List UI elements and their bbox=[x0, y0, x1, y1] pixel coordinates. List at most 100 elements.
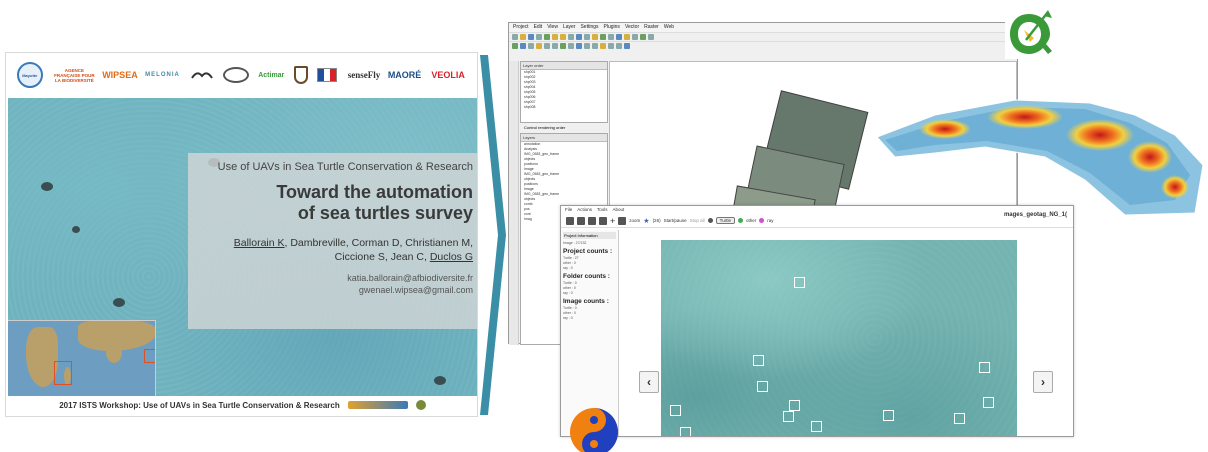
app-toolbar: + zoom ★ (26) Start/pause Stop all Turtl… bbox=[561, 214, 1073, 228]
zoom-in-icon[interactable] bbox=[552, 34, 558, 40]
slide-footer: 2017 ISTS Workshop: Use of UAVs in Sea T… bbox=[6, 394, 479, 416]
pan-icon[interactable] bbox=[544, 34, 550, 40]
next-image-button[interactable]: › bbox=[1033, 371, 1053, 393]
partner-logo-strip: Mayotte AGENCE FRANÇAISE POUR LA BIODIVE… bbox=[6, 53, 479, 97]
python-icon[interactable] bbox=[640, 34, 646, 40]
stop-all-button[interactable]: Stop all bbox=[690, 218, 705, 223]
menu-settings[interactable]: Settings bbox=[580, 24, 598, 31]
logo-text: WIPSEA bbox=[102, 69, 138, 80]
select-icon[interactable] bbox=[600, 34, 606, 40]
layer-order-item[interactable]: shp008 bbox=[521, 105, 607, 110]
menu-plugins[interactable]: Plugins bbox=[604, 24, 620, 31]
node-tool-icon[interactable] bbox=[552, 43, 558, 49]
detection-box[interactable] bbox=[789, 400, 800, 411]
mayotte-seal-icon: Mayotte bbox=[16, 62, 43, 88]
detection-box[interactable] bbox=[783, 411, 794, 422]
detection-box[interactable] bbox=[753, 355, 764, 366]
menu-about[interactable]: About bbox=[613, 207, 625, 213]
delete-icon[interactable] bbox=[568, 43, 574, 49]
layer-style-icon[interactable] bbox=[624, 43, 630, 49]
previous-image-button[interactable]: ‹ bbox=[639, 371, 659, 393]
crosshair-icon[interactable]: + bbox=[610, 216, 615, 226]
logo-text: MAORÉ bbox=[387, 69, 422, 80]
authors-line2: Ciccione S, Jean C, bbox=[334, 251, 430, 263]
undo-icon[interactable] bbox=[600, 43, 606, 49]
measure-icon[interactable] bbox=[608, 34, 614, 40]
class-other-button[interactable]: other bbox=[746, 218, 756, 223]
move-feature-icon[interactable] bbox=[560, 43, 566, 49]
slide-subtitle: Use of UAVs in Sea Turtle Conservation &… bbox=[217, 161, 473, 173]
zoom-layer-icon[interactable] bbox=[576, 34, 582, 40]
label-icon[interactable] bbox=[624, 34, 630, 40]
edit-icon[interactable] bbox=[536, 43, 542, 49]
french-republic-logo-icon bbox=[317, 68, 338, 82]
detection-box[interactable] bbox=[983, 397, 994, 408]
menu-tools[interactable]: Tools bbox=[597, 207, 608, 213]
detection-box[interactable] bbox=[794, 277, 805, 288]
zoom-full-icon[interactable] bbox=[568, 34, 574, 40]
add-db-icon[interactable] bbox=[528, 43, 534, 49]
detection-box[interactable] bbox=[811, 421, 822, 432]
detection-app-window: File Actions Tools About + zoom ★ (26) S… bbox=[560, 205, 1074, 437]
turtle-logo-icon bbox=[415, 400, 426, 410]
count-label: (26) bbox=[652, 218, 661, 223]
redo-icon[interactable] bbox=[608, 43, 614, 49]
menu-project[interactable]: Project bbox=[513, 24, 529, 31]
aerial-image-view[interactable] bbox=[661, 240, 1017, 436]
slide-authors: Ballorain K, Dambreville, Corman D, Chri… bbox=[188, 236, 473, 264]
annotation-icon[interactable] bbox=[632, 34, 638, 40]
grid-icon[interactable] bbox=[616, 43, 622, 49]
digitize-icon[interactable] bbox=[544, 43, 550, 49]
logo-text: Actimar bbox=[258, 71, 285, 79]
plugin-icon[interactable] bbox=[648, 34, 654, 40]
draw-icon[interactable] bbox=[618, 216, 627, 225]
identify-icon[interactable] bbox=[592, 34, 598, 40]
export-icon[interactable] bbox=[599, 216, 607, 225]
menu-view[interactable]: View bbox=[547, 24, 558, 31]
control-rendering-checkbox[interactable]: Control rendering order bbox=[521, 125, 568, 130]
refresh-icon[interactable] bbox=[584, 34, 590, 40]
ists-logo-icon bbox=[347, 401, 408, 409]
settings-icon[interactable] bbox=[707, 218, 713, 223]
save-icon[interactable] bbox=[588, 216, 596, 225]
start-pause-button[interactable]: Start/pause bbox=[664, 218, 687, 223]
menu-layer[interactable]: Layer bbox=[563, 24, 576, 31]
zoom-label[interactable]: zoom bbox=[629, 218, 640, 223]
open-folder-icon[interactable] bbox=[577, 216, 585, 225]
new-project-icon[interactable] bbox=[512, 34, 518, 40]
class-turtle-button[interactable]: Turtle bbox=[715, 217, 735, 224]
menu-file[interactable]: File bbox=[565, 207, 572, 213]
star-icon[interactable]: ★ bbox=[643, 217, 649, 225]
menu-actions[interactable]: Actions bbox=[577, 207, 592, 213]
detection-box[interactable] bbox=[670, 405, 681, 416]
save-project-icon[interactable] bbox=[528, 34, 534, 40]
edit-icon[interactable] bbox=[566, 216, 574, 225]
print-icon[interactable] bbox=[536, 34, 542, 40]
menu-web[interactable]: Web bbox=[664, 24, 674, 31]
class-ray-button[interactable]: ray bbox=[767, 218, 773, 223]
heat-spot bbox=[1128, 141, 1172, 173]
add-raster-icon[interactable] bbox=[520, 43, 526, 49]
menu-raster[interactable]: Raster bbox=[644, 24, 659, 31]
panel-title: Layers bbox=[521, 134, 607, 142]
melonia-logo-icon: MELONIA bbox=[144, 72, 182, 79]
detection-box[interactable] bbox=[757, 381, 768, 392]
menu-vector[interactable]: Vector bbox=[625, 24, 639, 31]
detection-box[interactable] bbox=[883, 410, 894, 421]
slide-title: Toward the automation of sea turtles sur… bbox=[188, 182, 473, 224]
attribute-table-icon[interactable] bbox=[616, 34, 622, 40]
authors-line1: , Dambreville, Corman D, Christianen M, bbox=[284, 237, 473, 249]
qgis-side-toolbar bbox=[509, 61, 519, 345]
copy-icon[interactable] bbox=[584, 43, 590, 49]
turtle-shape bbox=[72, 226, 80, 233]
add-vector-icon[interactable] bbox=[512, 43, 518, 49]
open-project-icon[interactable] bbox=[520, 34, 526, 40]
menu-edit[interactable]: Edit bbox=[534, 24, 543, 31]
detection-box[interactable] bbox=[954, 413, 965, 424]
detection-box[interactable] bbox=[680, 427, 691, 436]
paste-icon[interactable] bbox=[592, 43, 598, 49]
cut-icon[interactable] bbox=[576, 43, 582, 49]
maore-logo-icon: MAORÉ bbox=[387, 69, 422, 80]
zoom-out-icon[interactable] bbox=[560, 34, 566, 40]
detection-box[interactable] bbox=[979, 362, 990, 373]
